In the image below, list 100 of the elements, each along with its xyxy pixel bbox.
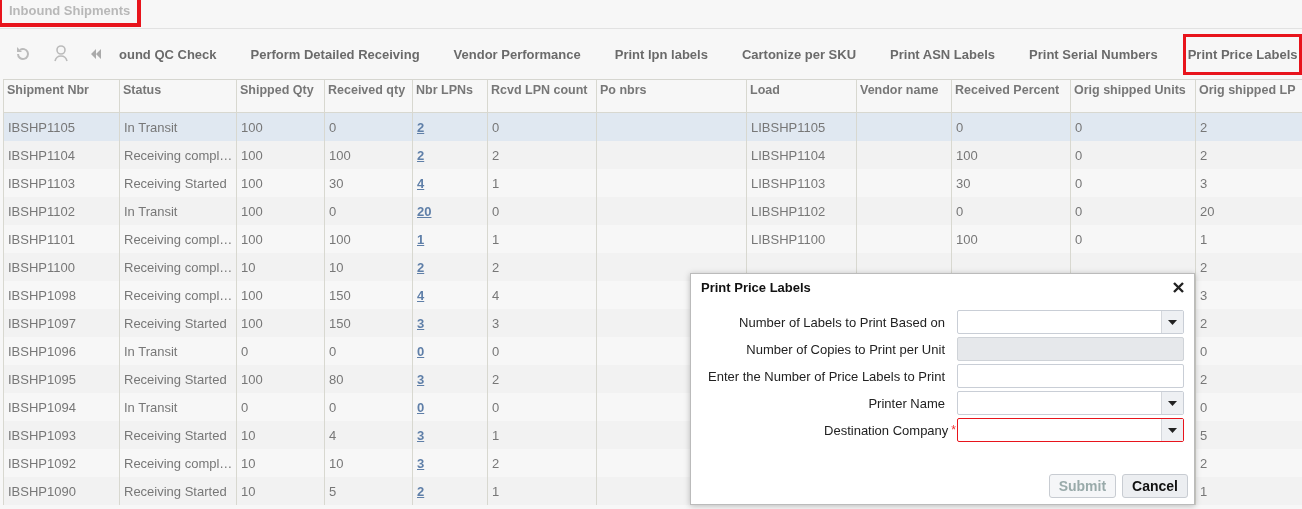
toolbar-button[interactable]: Print Serial Numbers (1012, 35, 1175, 73)
table-row[interactable]: IBSHP1101 Receiving compl… 100 100 1 1 LIBSHP1100 100 0 1 (3, 225, 1302, 253)
table-cell: 2 (492, 371, 500, 387)
table-cell: Receiving compl… (124, 147, 233, 163)
table-cell: IBSHP1098 (8, 287, 76, 303)
table-cell: 3 (1200, 287, 1208, 303)
toolbar-button[interactable]: ound QC Check (116, 35, 234, 73)
table-cell: Receiving Started (124, 483, 227, 499)
toolbar-button[interactable]: Print Price Labels (1182, 33, 1302, 75)
table-cell: 1 (492, 231, 500, 247)
table-cell: 0 (329, 119, 337, 135)
table-cell: 0 (956, 119, 964, 135)
column-header[interactable]: Orig shipped LP (1195, 80, 1302, 113)
table-cell: 2 (492, 259, 500, 275)
lpn-count-link[interactable]: 2 (417, 147, 425, 163)
dropdown-field[interactable] (957, 418, 1184, 442)
table-cell: IBSHP1102 (8, 203, 75, 219)
column-header[interactable]: Shipment Nbr (3, 80, 120, 113)
lpn-count-link[interactable]: 2 (417, 259, 425, 275)
table-cell: 10 (241, 427, 256, 443)
lpn-count-link[interactable]: 3 (417, 427, 425, 443)
dialog-title: Print Price Labels (701, 280, 811, 295)
column-header[interactable]: Rcvd LPN count (487, 80, 597, 113)
toolbar-button[interactable]: Print ASN Labels (873, 35, 1013, 73)
table-cell: 10 (241, 259, 256, 275)
table-cell: 4 (329, 427, 337, 443)
table-cell: 100 (241, 231, 263, 247)
table-row[interactable]: IBSHP1103 Receiving Started 100 30 4 1 LIBSHP1103 30 0 3 (3, 169, 1302, 197)
dropdown-caret-icon[interactable] (1168, 427, 1177, 433)
table-cell: 100 (241, 287, 263, 303)
table-cell: 5 (329, 483, 337, 499)
table-cell: 100 (241, 315, 263, 331)
toolbar-button[interactable]: Print lpn labels (597, 35, 725, 73)
dropdown-caret-icon[interactable] (1168, 400, 1177, 406)
table-cell: 5 (1200, 427, 1208, 443)
table-cell: 100 (956, 231, 978, 247)
table-cell: 100 (241, 119, 263, 135)
table-row[interactable]: IBSHP1104 Receiving compl… 100 100 2 2 LIBSHP1104 100 0 2 (3, 141, 1302, 169)
lpn-count-link[interactable]: 0 (417, 399, 425, 415)
lpn-count-link[interactable]: 4 (417, 175, 425, 191)
table-cell: 0 (329, 203, 337, 219)
table-cell: Receiving compl… (124, 455, 233, 471)
table-cell: 150 (329, 315, 351, 331)
lpn-count-link[interactable]: 0 (417, 343, 425, 359)
dialog-button[interactable]: Cancel (1122, 474, 1188, 498)
table-cell: 0 (241, 343, 249, 359)
refresh-icon[interactable] (14, 45, 32, 63)
table-cell: 0 (329, 343, 337, 359)
table-row[interactable]: IBSHP1102 In Transit 100 0 20 0 LIBSHP1102 0 0 20 (3, 197, 1302, 225)
table-cell: 1 (1200, 483, 1208, 499)
column-header[interactable]: Vendor name (856, 80, 952, 113)
column-header[interactable]: Received qty (324, 80, 413, 113)
scroll-left-icon[interactable] (90, 48, 102, 60)
table-cell: 0 (1200, 399, 1208, 415)
column-header[interactable]: Received Percent (951, 80, 1071, 113)
table-cell: 1 (492, 175, 500, 191)
table-cell: 30 (329, 175, 344, 191)
table-cell: 0 (492, 343, 500, 359)
lpn-count-link[interactable]: 2 (417, 119, 425, 135)
table-cell: 1 (1200, 231, 1208, 247)
close-icon[interactable] (1173, 282, 1184, 293)
column-header[interactable]: Status (119, 80, 237, 113)
table-row[interactable]: IBSHP1105 In Transit 100 0 2 0 LIBSHP1105 0 0 2 (3, 112, 1302, 141)
table-cell: 0 (492, 399, 500, 415)
table-cell: 2 (1200, 259, 1208, 275)
column-header[interactable]: Shipped Qty (236, 80, 325, 113)
table-cell: IBSHP1095 (8, 371, 76, 387)
table-cell: 3 (492, 315, 500, 331)
column-header[interactable]: Load (746, 80, 857, 113)
toolbar-button[interactable]: Cartonize per SKU (724, 35, 874, 73)
table-cell: IBSHP1094 (8, 399, 76, 415)
table-cell: 10 (329, 455, 344, 471)
field-label: Number of Labels to Print Based on (739, 314, 945, 330)
lpn-count-link[interactable]: 4 (417, 287, 425, 303)
dropdown-caret-icon[interactable] (1168, 319, 1177, 325)
table-cell: IBSHP1101 (8, 231, 75, 247)
field-label: Enter the Number of Price Labels to Print (708, 368, 945, 384)
toolbar-button[interactable]: Vendor Performance (436, 35, 598, 73)
table-cell: Receiving Started (124, 315, 227, 331)
input-field[interactable] (957, 364, 1184, 388)
column-header[interactable]: Po nbrs (596, 80, 747, 113)
column-header[interactable]: Orig shipped Units (1070, 80, 1196, 113)
toolbar-button[interactable]: Perform Detailed Receiving (233, 35, 437, 73)
lpn-count-link[interactable]: 1 (417, 231, 425, 247)
lpn-count-link[interactable]: 3 (417, 455, 425, 471)
table-cell: 150 (329, 287, 351, 303)
table-cell: IBSHP1105 (8, 119, 75, 135)
lpn-count-link[interactable]: 2 (417, 483, 425, 499)
lpn-count-link[interactable]: 20 (417, 203, 432, 219)
table-cell: 20 (1200, 203, 1215, 219)
field-label: Number of Copies to Print per Unit (746, 341, 945, 357)
table-cell: 2 (1200, 119, 1208, 135)
column-header[interactable]: Nbr LPNs (412, 80, 488, 113)
table-cell: 0 (329, 399, 337, 415)
table-cell: 30 (956, 175, 971, 191)
table-cell: In Transit (124, 203, 178, 219)
table-cell: Receiving Started (124, 427, 227, 443)
lpn-count-link[interactable]: 3 (417, 315, 425, 331)
lpn-count-link[interactable]: 3 (417, 371, 425, 387)
table-cell: 0 (492, 119, 500, 135)
